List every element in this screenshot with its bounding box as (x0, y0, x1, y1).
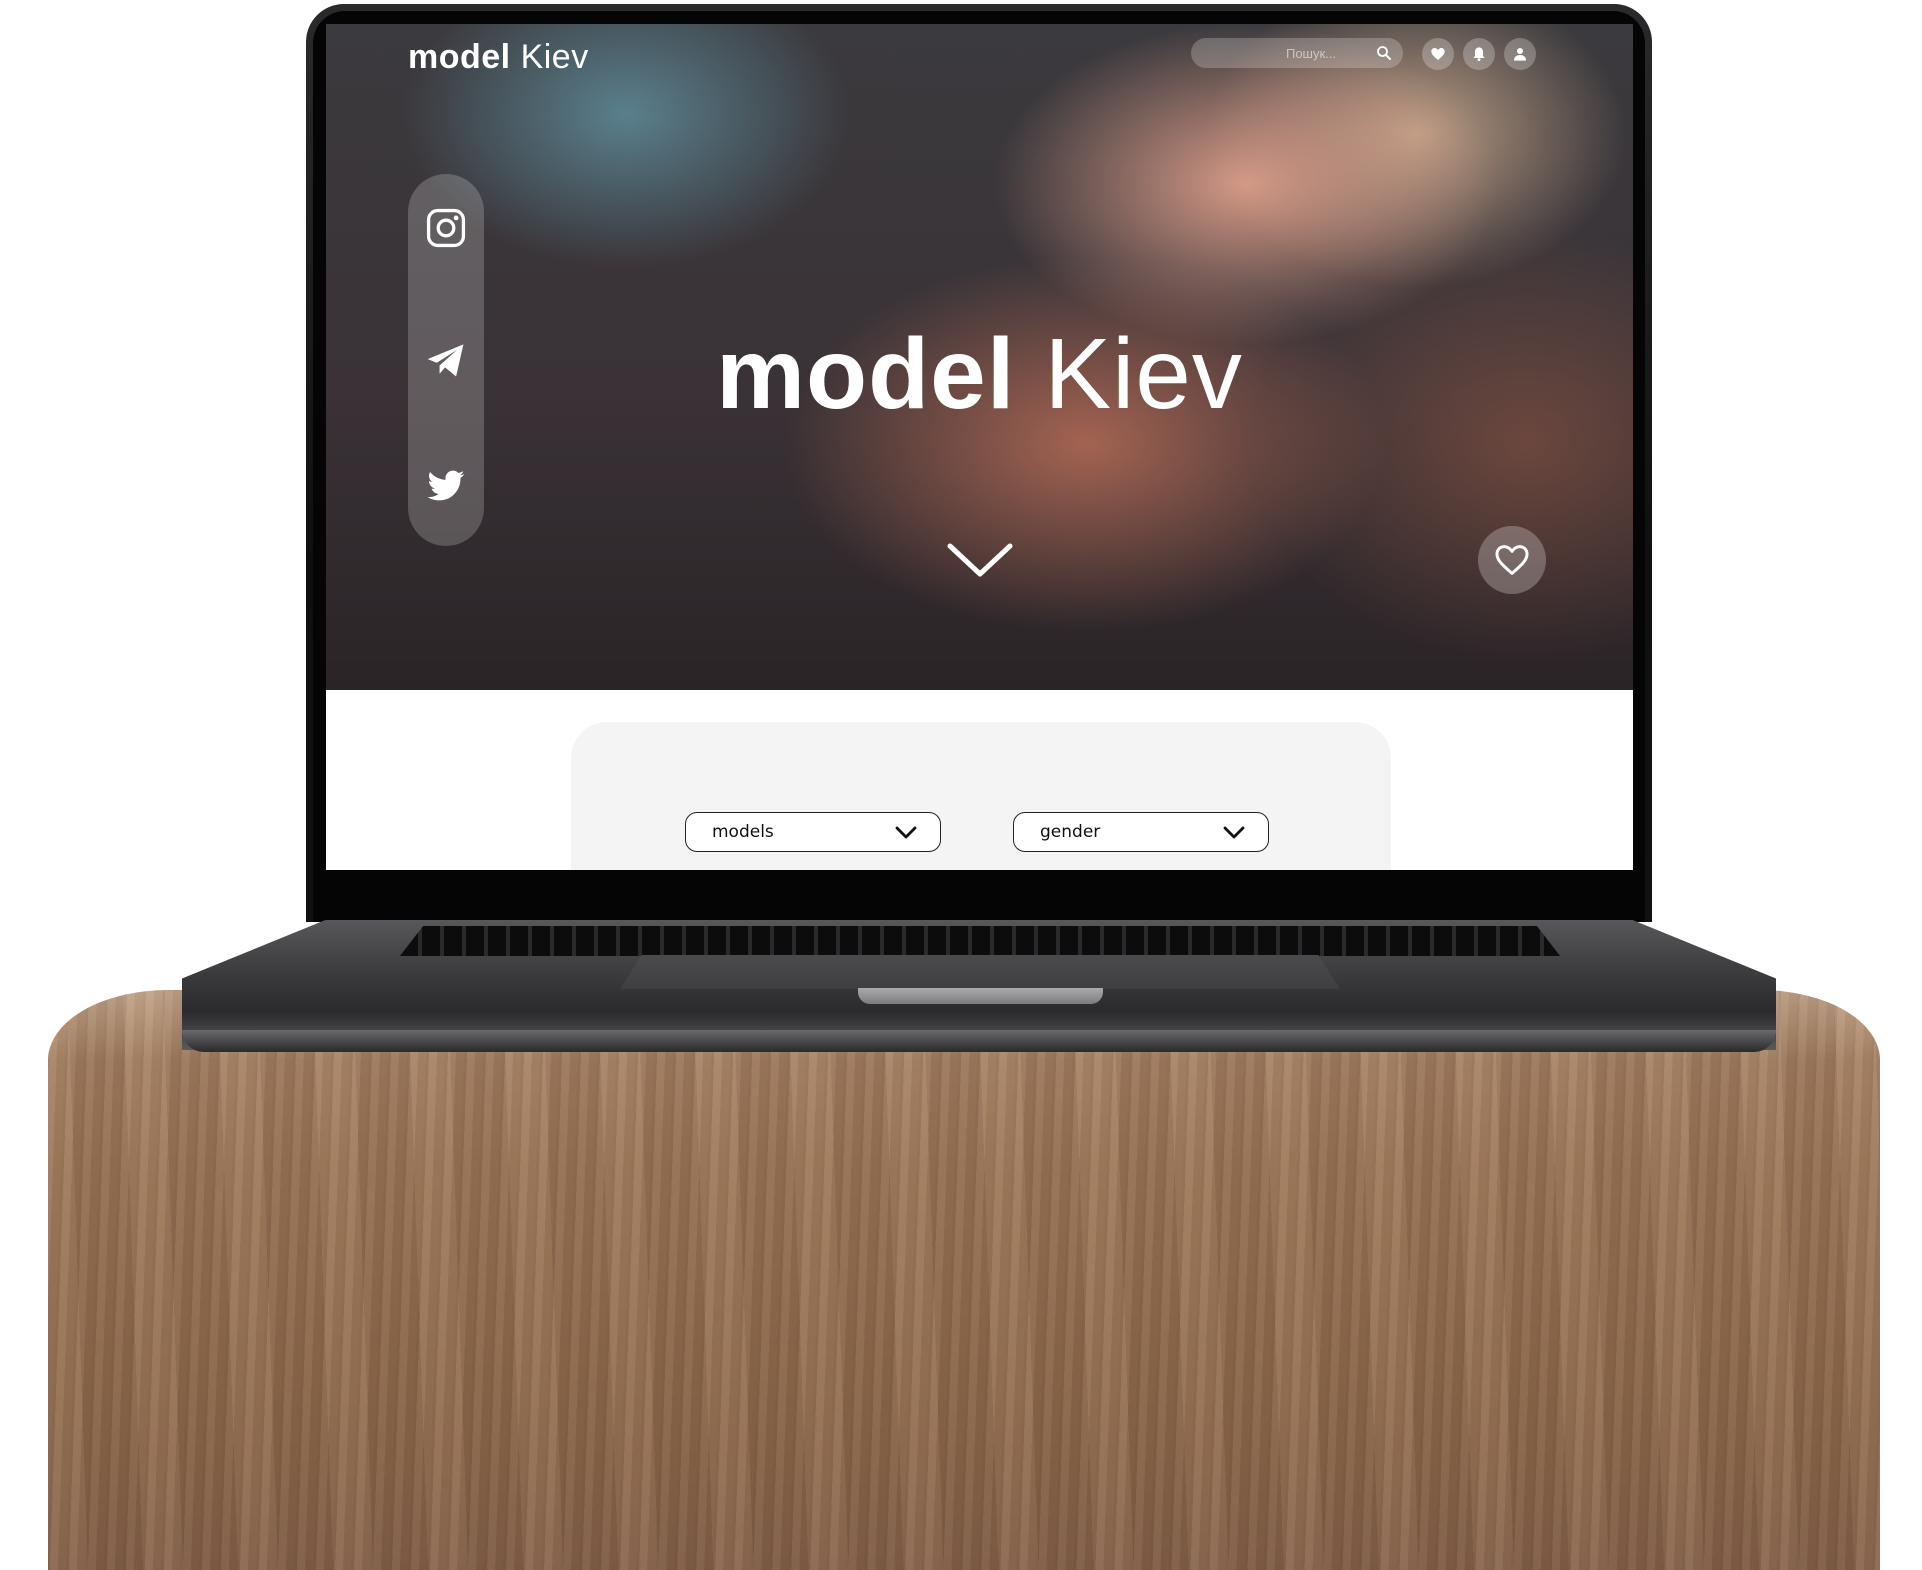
hero-section: model Kiev Пошук... model Kiev (326, 24, 1633, 690)
laptop-keyboard (400, 926, 1560, 956)
notifications-button[interactable] (1463, 38, 1495, 70)
instagram-icon[interactable] (424, 206, 468, 250)
user-icon (1514, 48, 1526, 61)
laptop-trackpad (620, 955, 1340, 989)
models-select-label: models (712, 822, 774, 842)
heart-icon (1431, 48, 1445, 60)
favorite-button[interactable] (1478, 526, 1546, 594)
search-input[interactable] (1229, 44, 1393, 62)
site-logo[interactable]: model Kiev (408, 38, 589, 77)
gender-select-label: gender (1040, 822, 1101, 842)
gender-select[interactable]: gender (1013, 812, 1269, 852)
twitter-icon[interactable] (424, 464, 468, 508)
heart-outline-icon (1495, 545, 1529, 575)
logo-bold-text: model (408, 38, 511, 76)
laptop-notch (858, 988, 1103, 1004)
laptop-screen: model Kiev Пошук... model Kiev models ge… (326, 24, 1633, 870)
logo-light-text: Kiev (520, 38, 589, 76)
chevron-down-icon (895, 826, 917, 839)
laptop-base-edge (182, 1030, 1776, 1052)
hero-title-light: Kiev (1044, 318, 1243, 430)
profile-button[interactable] (1504, 38, 1536, 70)
favorites-button[interactable] (1422, 38, 1454, 70)
wooden-stand (48, 990, 1880, 1570)
search-icon[interactable] (1375, 44, 1393, 62)
search-bar (1191, 38, 1403, 68)
models-select[interactable]: models (685, 812, 941, 852)
chevron-down-icon (1223, 826, 1245, 839)
bell-icon (1473, 47, 1485, 62)
chevron-down-icon[interactable] (944, 538, 1016, 582)
hero-title: model Kiev (326, 324, 1633, 424)
hero-title-bold: model (716, 318, 1016, 430)
